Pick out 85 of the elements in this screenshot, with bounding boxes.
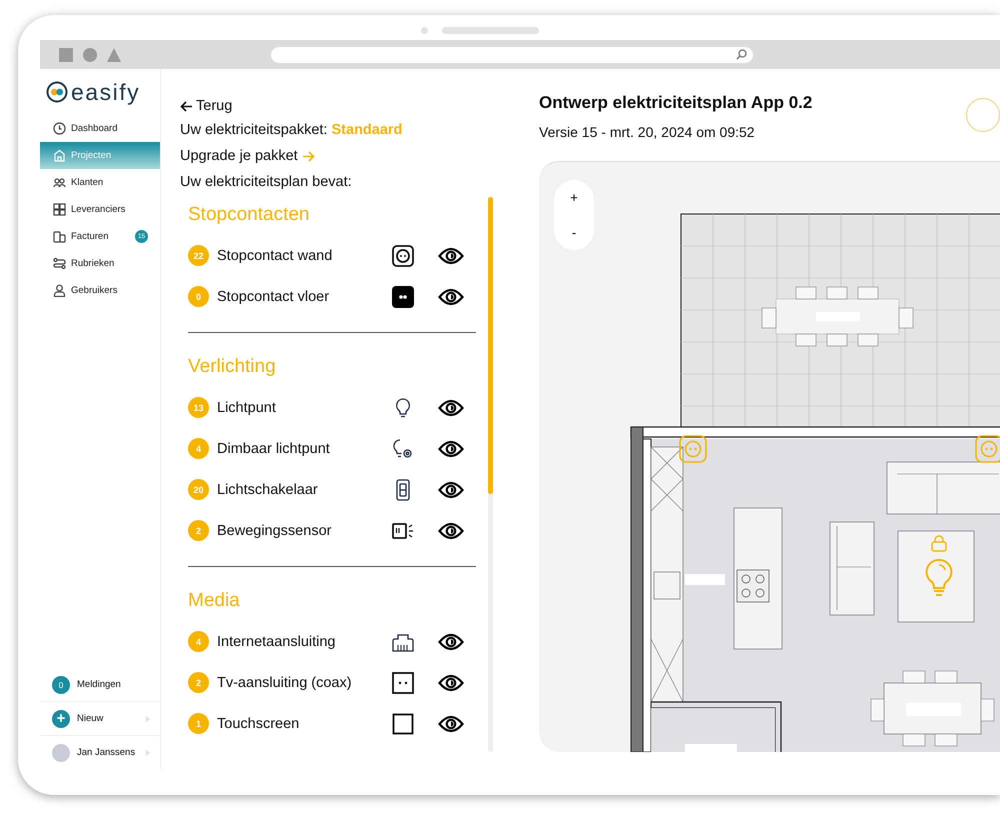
bulb-marker-icon[interactable] — [924, 558, 954, 598]
nav-item[interactable]: Gebruikers — [40, 277, 160, 304]
triangle-icon — [107, 48, 121, 62]
section-heading: Media — [188, 589, 240, 613]
section-heading: Verlichting — [188, 355, 276, 379]
plan-title: Ontwerp elektriciteitsplan App 0.2 — [539, 93, 812, 113]
footer-item[interactable]: 0 Meldingen — [40, 668, 160, 701]
socket-icon — [392, 244, 414, 266]
chevron-icon — [146, 750, 150, 756]
count-badge: 2 — [188, 520, 209, 541]
coax-socket-icon — [392, 672, 414, 694]
square-icon — [59, 48, 73, 62]
item-label: Internetaansluiting — [217, 634, 336, 650]
search-icon — [736, 49, 747, 60]
count-badge: 22 — [188, 245, 209, 266]
camera-dot — [421, 27, 428, 34]
back-link[interactable]: Terug — [180, 95, 232, 117]
socket-icon — [392, 286, 414, 308]
visibility-toggle[interactable] — [438, 288, 464, 306]
nav-item[interactable]: Dashboard — [40, 115, 160, 142]
eye-icon — [438, 522, 464, 540]
flow-icon — [53, 257, 66, 270]
visibility-toggle[interactable] — [438, 398, 464, 416]
item-label: Lichtpunt — [217, 400, 277, 416]
item-label: Tv-aansluiting (coax) — [217, 674, 353, 690]
footer-item[interactable]: + Nieuw — [40, 701, 160, 735]
zoom-out-button[interactable]: - — [566, 223, 582, 242]
item-label: Dimbaar lichtpunt — [217, 440, 331, 456]
item-label: Lichtschakelaar — [217, 482, 319, 498]
visibility-toggle[interactable] — [438, 246, 464, 264]
chevron-icon — [146, 716, 150, 722]
visibility-toggle[interactable] — [438, 440, 464, 458]
nav-item[interactable]: Leveranciers — [40, 196, 160, 223]
scrollbar-thumb[interactable] — [488, 197, 493, 494]
house-icon — [53, 149, 66, 162]
address-field[interactable] — [271, 46, 753, 62]
visibility-toggle[interactable] — [438, 674, 464, 692]
count-badge: 4 — [188, 631, 209, 652]
eye-icon — [438, 288, 464, 306]
item-label: Stopcontact vloer — [217, 288, 330, 304]
count-badge: 13 — [188, 397, 209, 418]
count-badge: 0 — [52, 676, 70, 694]
profile-item[interactable]: Jan Janssens — [40, 735, 160, 769]
section-heading: Stopcontacten — [188, 203, 310, 227]
visibility-toggle[interactable] — [438, 522, 464, 540]
screen-icon — [392, 712, 414, 734]
package-text: Uw elektriciteitspakket: Standaard — [180, 121, 404, 140]
left-arrow-icon — [180, 100, 193, 112]
eye-icon — [438, 714, 464, 732]
socket-marker-icon[interactable] — [679, 435, 707, 463]
item-label: Stopcontact wand — [217, 248, 334, 264]
visibility-toggle[interactable] — [438, 714, 464, 732]
lock-icon — [931, 535, 947, 552]
logo-icon — [46, 81, 68, 103]
logo-text: easify — [71, 78, 140, 106]
upgrade-link[interactable]: Upgrade je pakket — [180, 143, 315, 169]
count-badge: 4 — [188, 438, 209, 459]
bulb-gear-icon — [392, 438, 414, 460]
count-badge: 20 — [188, 479, 209, 500]
item-label: Touchscreen — [217, 716, 300, 732]
circle-icon — [83, 48, 97, 62]
count-badge: 1 — [188, 713, 209, 734]
people-icon — [53, 176, 66, 189]
count-badge: 2 — [188, 672, 209, 693]
nav-item[interactable]: Rubrieken — [40, 250, 160, 277]
count-badge: 0 — [188, 286, 209, 307]
eye-icon — [438, 480, 464, 498]
eye-icon — [438, 440, 464, 458]
visibility-toggle[interactable] — [438, 480, 464, 498]
avatar — [52, 744, 70, 762]
right-arrow-icon — [302, 150, 315, 162]
nav-item[interactable]: Klanten — [40, 169, 160, 196]
eye-icon — [438, 674, 464, 692]
add-icon: + — [52, 710, 70, 728]
socket-marker-icon[interactable] — [975, 435, 1000, 463]
zoom-in-button[interactable]: + — [564, 188, 584, 207]
clock-icon — [53, 122, 66, 135]
version-text: Versie 15 - mrt. 20, 2024 om 09:52 — [539, 124, 756, 140]
eye-icon — [438, 632, 464, 650]
eye-icon — [438, 398, 464, 416]
eye-icon — [438, 246, 464, 264]
visibility-toggle[interactable] — [438, 632, 464, 650]
item-label: Bewegingssensor — [217, 522, 332, 538]
contents-heading: Uw elektriciteitsplan bevat: — [180, 173, 353, 192]
user-icon — [53, 284, 66, 297]
